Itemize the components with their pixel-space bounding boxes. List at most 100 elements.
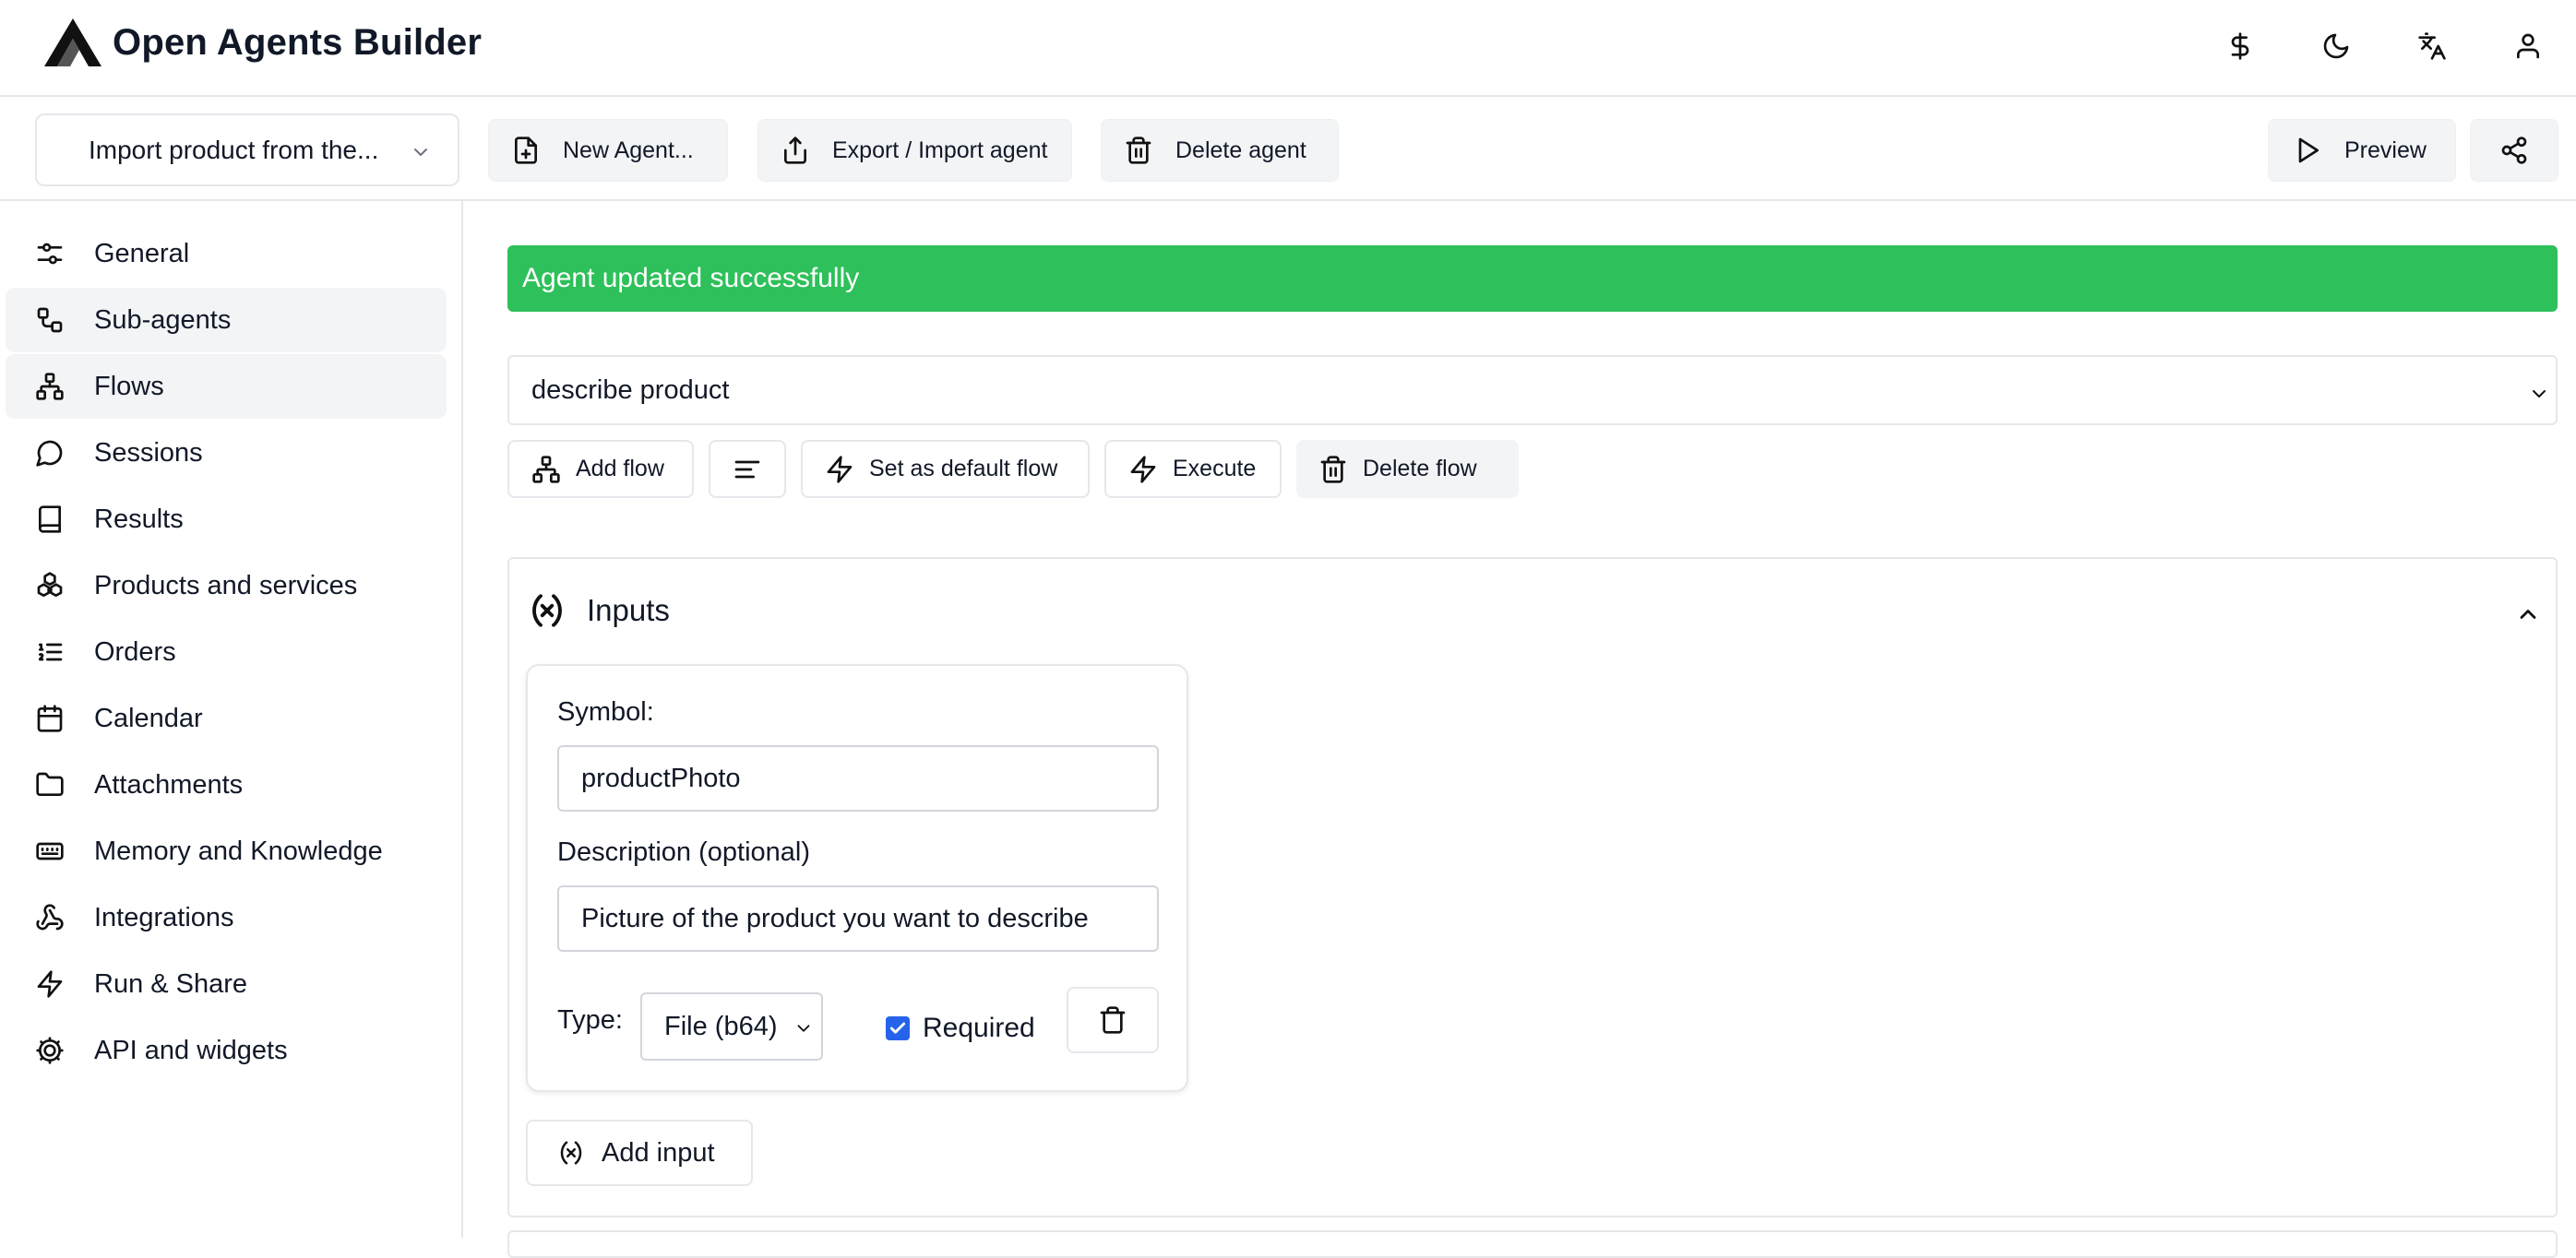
preview-button[interactable]: Preview (2268, 119, 2456, 182)
inputs-panel-header[interactable]: Inputs (528, 591, 670, 630)
sidebar: General Sub-agents Flows Sessions Result… (0, 201, 463, 1238)
add-input-button[interactable]: Add input (526, 1120, 753, 1186)
sidebar-item-memory[interactable]: Memory and Knowledge (6, 819, 447, 884)
sidebar-item-sub-agents[interactable]: Sub-agents (6, 288, 447, 352)
new-agent-button[interactable]: New Agent... (488, 119, 728, 182)
agent-select[interactable]: Import product from the... (35, 113, 459, 186)
app-title: Open Agents Builder (113, 21, 483, 63)
memory-icon (36, 842, 64, 860)
language-button[interactable] (2384, 20, 2480, 72)
sidebar-item-calendar[interactable]: Calendar (6, 686, 447, 751)
folder-icon (36, 772, 64, 796)
agent-select-value: Import product from the... (89, 135, 379, 164)
app-logo-icon (44, 18, 101, 66)
sidebar-item-label: Run & Share (94, 968, 248, 999)
new-agent-label: New Agent... (563, 136, 694, 163)
zap-icon (1130, 455, 1156, 483)
language-icon (2418, 32, 2446, 60)
calendar-icon (37, 705, 63, 732)
execute-button[interactable]: Execute (1104, 440, 1282, 498)
sidebar-item-sessions[interactable]: Sessions (6, 421, 447, 485)
sidebar-item-label: API and widgets (94, 1035, 288, 1065)
header-actions (2192, 20, 2576, 72)
description-label: Description (optional) (557, 837, 811, 867)
webhook-icon (36, 904, 64, 931)
agent-toolbar: Import product from the... New Agent... … (0, 97, 2576, 201)
sidebar-item-label: Calendar (94, 703, 203, 733)
sub-agents-icon (37, 307, 63, 333)
delete-agent-label: Delete agent (1175, 136, 1306, 163)
symbol-input[interactable] (557, 745, 1159, 812)
flows-icon (532, 455, 560, 483)
export-import-button[interactable]: Export / Import agent (757, 119, 1072, 182)
moon-icon (2323, 33, 2349, 59)
list-ordered-icon (39, 643, 63, 661)
user-icon (2517, 33, 2539, 59)
sidebar-item-flows[interactable]: Flows (6, 354, 447, 419)
trash-icon (1100, 1006, 1126, 1034)
success-alert: Agent updated successfully (507, 245, 2558, 312)
export-import-label: Export / Import agent (832, 136, 1048, 163)
description-input[interactable] (557, 885, 1159, 952)
trash-icon (1126, 136, 1151, 164)
sidebar-item-label: Flows (94, 371, 164, 401)
required-checkbox[interactable] (886, 1016, 910, 1040)
zap-icon (827, 455, 853, 483)
sidebar-item-label: Memory and Knowledge (94, 836, 383, 866)
add-flow-button[interactable]: Add flow (507, 440, 694, 498)
sidebar-item-label: Orders (94, 636, 176, 667)
share-button[interactable] (2470, 119, 2558, 182)
delete-agent-button[interactable]: Delete agent (1101, 119, 1339, 182)
sidebar-item-run-share[interactable]: Run & Share (6, 952, 447, 1016)
user-menu-button[interactable] (2480, 20, 2576, 72)
sliders-icon (37, 243, 63, 265)
flow-select[interactable]: describe product (507, 355, 2558, 425)
sidebar-item-integrations[interactable]: Integrations (6, 885, 447, 950)
delete-flow-label: Delete flow (1363, 456, 1477, 481)
sidebar-item-label: Sub-agents (94, 304, 232, 335)
inputs-panel: Inputs Symbol: Description (optional) Ty… (507, 557, 2558, 1217)
align-left-icon (734, 460, 760, 478)
sidebar-item-api-widgets[interactable]: API and widgets (6, 1018, 447, 1083)
add-input-label: Add input (602, 1137, 715, 1168)
symbol-label: Symbol: (557, 697, 654, 727)
delete-input-button[interactable] (1067, 987, 1159, 1053)
sidebar-item-label: General (94, 238, 190, 268)
theme-toggle-button[interactable] (2288, 20, 2384, 72)
zap-icon (37, 970, 63, 998)
sidebar-item-label: Sessions (94, 437, 203, 468)
next-panel-edge (507, 1230, 2558, 1258)
sidebar-item-results[interactable]: Results (6, 487, 447, 552)
share-upload-icon (784, 136, 806, 164)
flows-icon (36, 373, 64, 400)
add-flow-label: Add flow (576, 456, 664, 481)
variable-icon (560, 1141, 582, 1165)
flow-details-button[interactable] (709, 440, 786, 498)
delete-flow-button[interactable]: Delete flow (1296, 440, 1519, 498)
file-plus-icon (515, 136, 537, 164)
chevron-up-icon[interactable] (2515, 601, 2541, 627)
chevron-down-icon (2533, 390, 2546, 398)
sidebar-item-label: Attachments (94, 769, 244, 800)
play-icon (2298, 137, 2319, 163)
type-label: Type: (557, 1005, 623, 1035)
preview-label: Preview (2344, 136, 2427, 163)
required-label: Required (923, 1013, 1035, 1043)
alert-text: Agent updated successfully (522, 263, 860, 293)
sidebar-item-orders[interactable]: Orders (6, 620, 447, 684)
sidebar-item-label: Integrations (94, 902, 234, 932)
sidebar-item-products[interactable]: Products and services (6, 553, 447, 618)
check-icon (889, 1022, 906, 1034)
cog-icon (36, 1037, 64, 1064)
brand[interactable]: Open Agents Builder (42, 17, 482, 68)
type-select[interactable]: File (b64) (640, 992, 823, 1061)
set-default-flow-button[interactable]: Set as default flow (801, 440, 1090, 498)
flow-select-value: describe product (531, 374, 730, 405)
book-icon (39, 505, 61, 533)
chevron-down-icon (797, 1025, 810, 1032)
pricing-button[interactable] (2192, 20, 2288, 72)
share-icon (2501, 136, 2527, 164)
chevron-down-icon (414, 148, 427, 156)
sidebar-item-attachments[interactable]: Attachments (6, 753, 447, 817)
sidebar-item-general[interactable]: General (6, 221, 447, 286)
